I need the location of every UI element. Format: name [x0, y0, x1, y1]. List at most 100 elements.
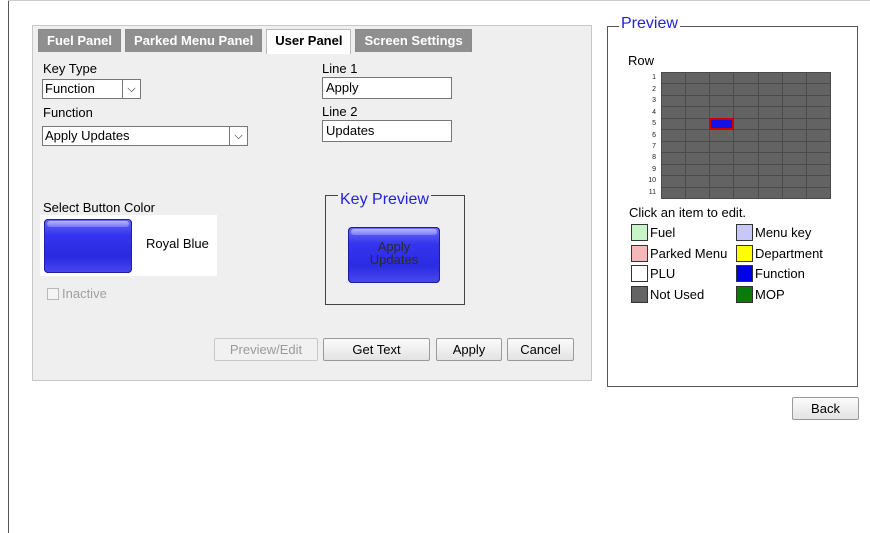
- grid-key[interactable]: [686, 187, 710, 198]
- grid-key[interactable]: [806, 153, 830, 164]
- grid-key[interactable]: [686, 73, 710, 84]
- grid-key[interactable]: [806, 141, 830, 153]
- grid-key[interactable]: [806, 118, 830, 130]
- grid-key[interactable]: [662, 130, 686, 141]
- get-text-button[interactable]: Get Text: [323, 338, 430, 361]
- grid-key[interactable]: [710, 187, 734, 198]
- grid-key[interactable]: [686, 176, 710, 187]
- tab-screen-settings[interactable]: Screen Settings: [355, 29, 472, 52]
- grid-key[interactable]: [734, 187, 758, 198]
- grid-key[interactable]: [710, 84, 734, 95]
- grid-key[interactable]: [734, 95, 758, 107]
- grid-key[interactable]: [806, 107, 830, 118]
- tab-parked-menu-panel[interactable]: Parked Menu Panel: [125, 29, 263, 52]
- apply-button[interactable]: Apply: [436, 338, 502, 361]
- key-layout-grid[interactable]: [661, 72, 831, 199]
- grid-key[interactable]: [758, 84, 782, 95]
- grid-key[interactable]: [686, 95, 710, 107]
- grid-key[interactable]: [662, 95, 686, 107]
- grid-key[interactable]: [782, 118, 806, 130]
- grid-key[interactable]: [710, 130, 734, 141]
- grid-key[interactable]: [782, 141, 806, 153]
- grid-key[interactable]: [686, 84, 710, 95]
- grid-key[interactable]: [686, 130, 710, 141]
- grid-key[interactable]: [782, 73, 806, 84]
- grid-key[interactable]: [782, 187, 806, 198]
- grid-key[interactable]: [734, 130, 758, 141]
- grid-key[interactable]: [782, 176, 806, 187]
- grid-key[interactable]: [806, 164, 830, 176]
- grid-key-selected[interactable]: [709, 117, 735, 131]
- grid-key[interactable]: [734, 164, 758, 176]
- grid-key[interactable]: [734, 107, 758, 118]
- grid-key[interactable]: [710, 107, 734, 118]
- grid-key[interactable]: [758, 95, 782, 107]
- grid-key[interactable]: [758, 73, 782, 84]
- tab-user-panel[interactable]: User Panel: [266, 29, 352, 54]
- grid-key[interactable]: [758, 130, 782, 141]
- grid-key[interactable]: [686, 153, 710, 164]
- function-value: Apply Updates: [45, 128, 130, 143]
- grid-key[interactable]: [662, 164, 686, 176]
- grid-key[interactable]: [686, 141, 710, 153]
- grid-key[interactable]: [806, 84, 830, 95]
- grid-key[interactable]: [686, 118, 710, 130]
- back-button[interactable]: Back: [792, 397, 859, 420]
- grid-key[interactable]: [758, 176, 782, 187]
- grid-key[interactable]: [806, 73, 830, 84]
- grid-key[interactable]: [662, 118, 686, 130]
- grid-key[interactable]: [734, 141, 758, 153]
- grid-key[interactable]: [806, 95, 830, 107]
- grid-key[interactable]: [710, 95, 734, 107]
- row-number: 5: [652, 120, 656, 128]
- grid-key[interactable]: [782, 107, 806, 118]
- grid-key[interactable]: [710, 164, 734, 176]
- key-type-select[interactable]: Function ⌵: [42, 79, 141, 99]
- grid-key[interactable]: [758, 153, 782, 164]
- grid-key[interactable]: [686, 107, 710, 118]
- grid-key[interactable]: [662, 141, 686, 153]
- function-select[interactable]: Apply Updates ⌵: [42, 126, 248, 146]
- grid-key[interactable]: [758, 141, 782, 153]
- cancel-button[interactable]: Cancel: [507, 338, 574, 361]
- grid-key[interactable]: [734, 176, 758, 187]
- grid-key[interactable]: [662, 73, 686, 84]
- grid-key[interactable]: [758, 187, 782, 198]
- grid-key[interactable]: [782, 164, 806, 176]
- grid-key[interactable]: [758, 107, 782, 118]
- grid-key[interactable]: [782, 84, 806, 95]
- preview-edit-button[interactable]: Preview/Edit: [214, 338, 318, 361]
- inactive-checkbox[interactable]: [47, 287, 59, 300]
- grid-key[interactable]: [782, 95, 806, 107]
- color-picker[interactable]: Royal Blue: [40, 215, 217, 276]
- row-number: 10: [648, 177, 656, 185]
- grid-key[interactable]: [806, 176, 830, 187]
- grid-key[interactable]: [734, 118, 758, 130]
- grid-key[interactable]: [662, 84, 686, 95]
- key-preview-button: Apply Updates: [348, 227, 440, 283]
- legend-label: Menu key: [755, 225, 812, 240]
- grid-key[interactable]: [806, 187, 830, 198]
- grid-key[interactable]: [782, 130, 806, 141]
- grid-key[interactable]: [686, 164, 710, 176]
- grid-key[interactable]: [758, 164, 782, 176]
- grid-key[interactable]: [710, 176, 734, 187]
- grid-key[interactable]: [662, 176, 686, 187]
- inactive-option[interactable]: Inactive: [47, 286, 107, 301]
- grid-key[interactable]: [710, 73, 734, 84]
- line1-input[interactable]: Apply: [322, 77, 452, 99]
- grid-key[interactable]: [734, 73, 758, 84]
- grid-key[interactable]: [662, 153, 686, 164]
- grid-key[interactable]: [662, 187, 686, 198]
- grid-key[interactable]: [758, 118, 782, 130]
- grid-key[interactable]: [710, 141, 734, 153]
- grid-key[interactable]: [662, 107, 686, 118]
- grid-key[interactable]: [710, 153, 734, 164]
- line2-input[interactable]: Updates: [322, 120, 452, 142]
- tab-fuel-panel[interactable]: Fuel Panel: [38, 29, 122, 52]
- grid-key[interactable]: [734, 153, 758, 164]
- color-swatch[interactable]: [44, 219, 132, 273]
- grid-key[interactable]: [782, 153, 806, 164]
- grid-key[interactable]: [806, 130, 830, 141]
- grid-key[interactable]: [734, 84, 758, 95]
